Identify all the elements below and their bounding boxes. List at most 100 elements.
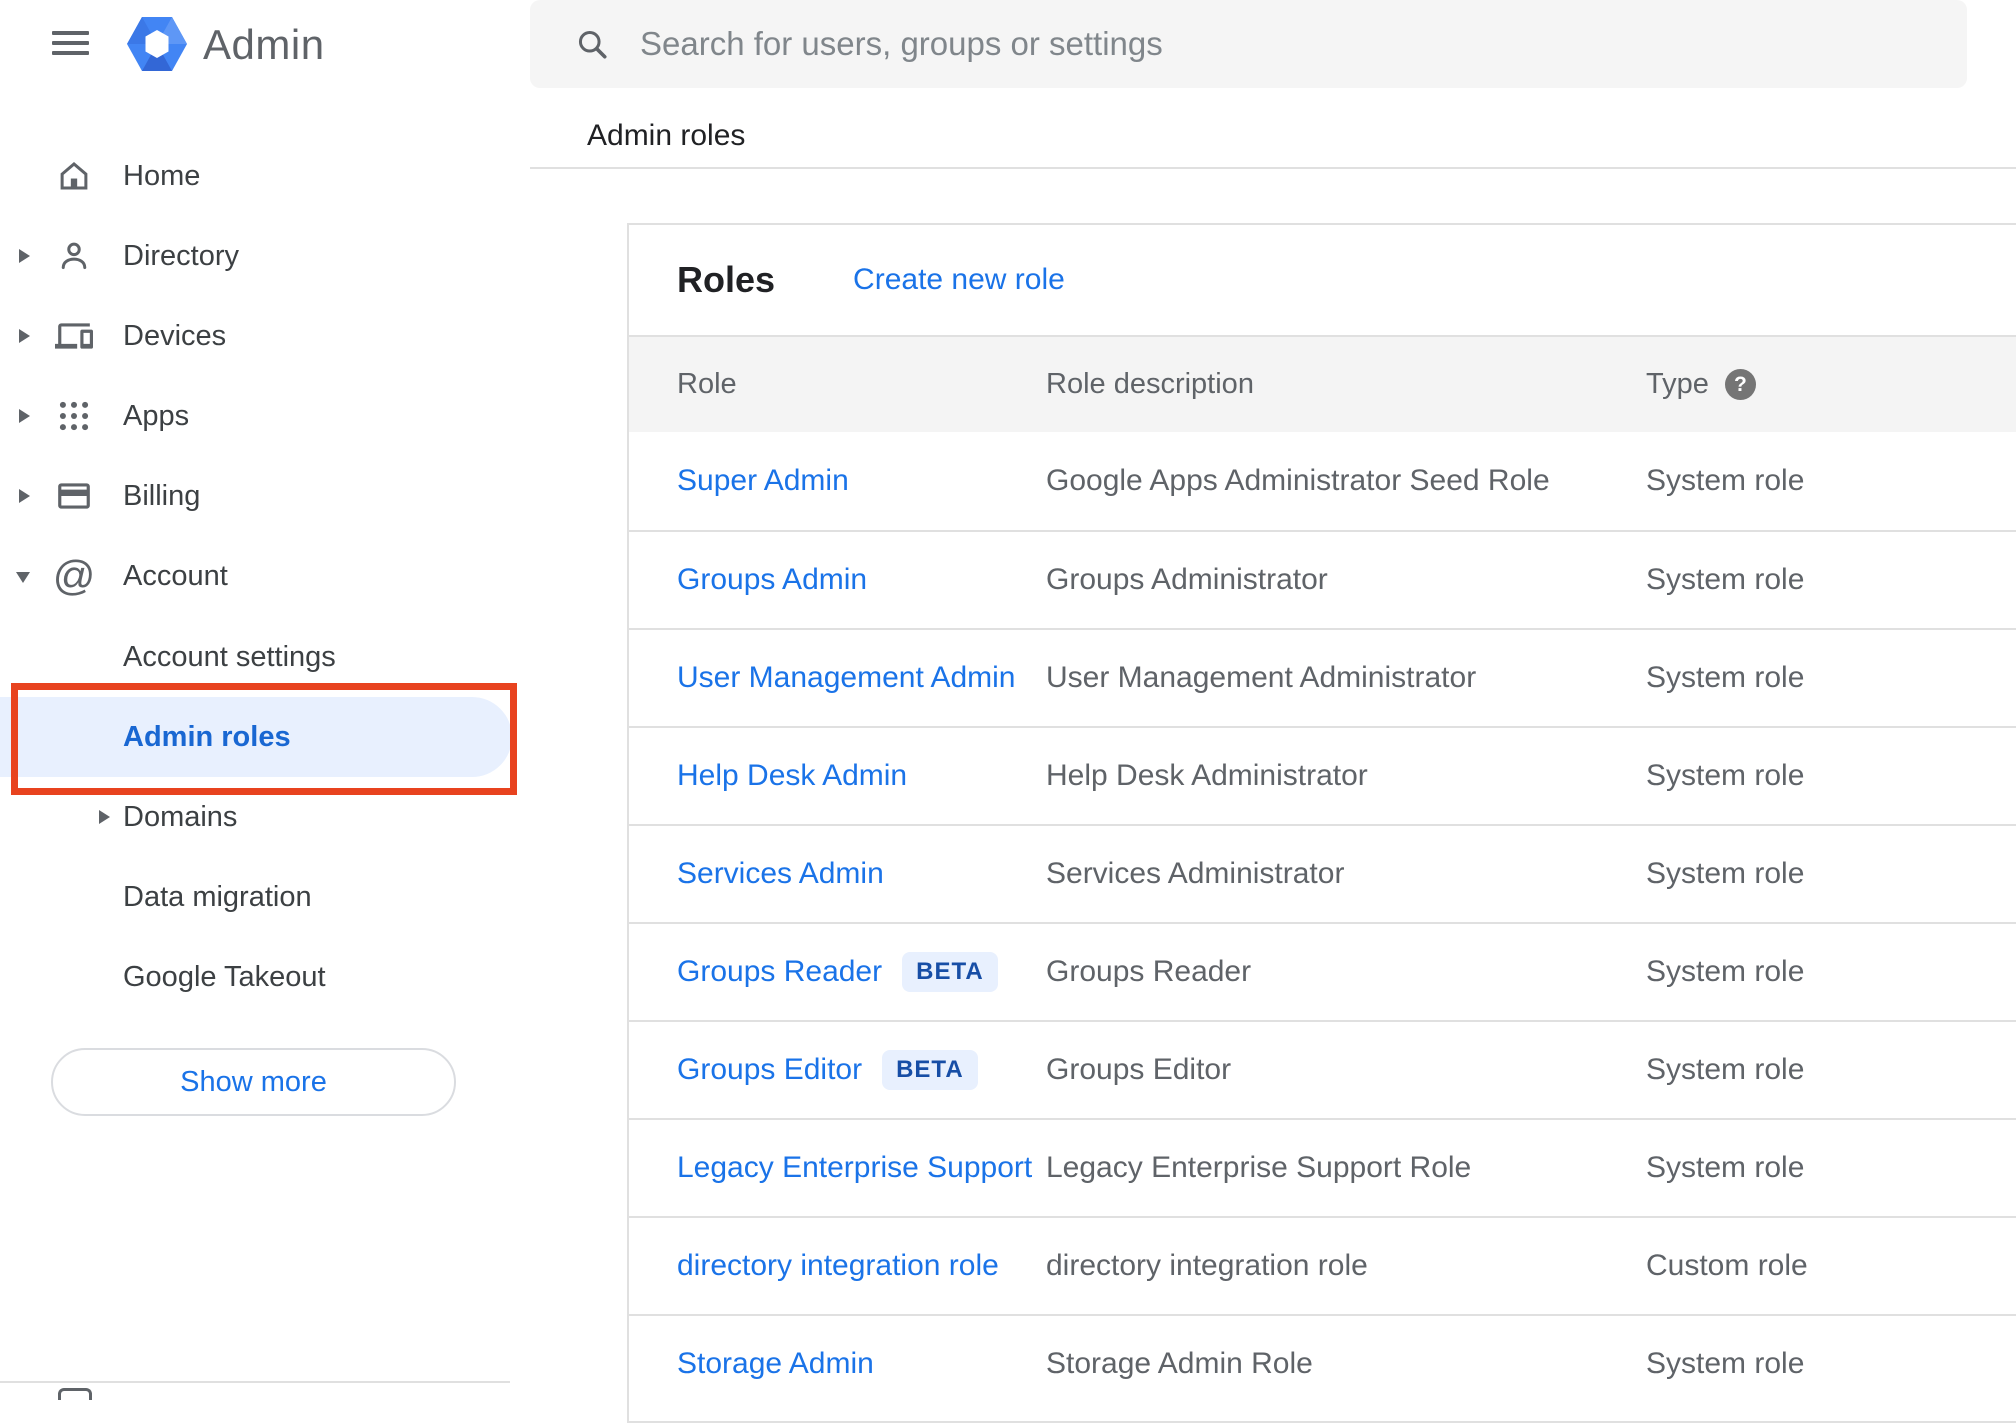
sidebar-item-google-takeout[interactable]: Google Takeout [0, 937, 512, 1017]
hamburger-menu-icon[interactable] [52, 31, 89, 55]
chevron-down-icon[interactable] [16, 572, 30, 583]
sidebar-item-label: Domains [123, 800, 238, 833]
chevron-right-icon[interactable] [19, 489, 30, 503]
role-link[interactable]: Groups Reader [677, 955, 882, 989]
role-description: directory integration role [1046, 1249, 1368, 1282]
home-icon [55, 157, 93, 195]
table-header-row: Role Role description Type ? [629, 335, 2016, 432]
role-cell: Super Admin [677, 464, 1046, 498]
breadcrumb: Admin roles [587, 119, 746, 152]
role-link[interactable]: Legacy Enterprise Support [677, 1151, 1032, 1185]
search-input[interactable] [640, 25, 1937, 63]
role-cell: Storage Admin [677, 1347, 1046, 1381]
sidebar-item-label: Apps [123, 399, 190, 432]
roles-panel: Roles Create new role Role Role descript… [627, 223, 2016, 1423]
apps-grid-icon [55, 397, 93, 435]
sidebar-item-devices[interactable]: Devices [0, 296, 512, 376]
role-link[interactable]: Groups Editor [677, 1053, 862, 1087]
chevron-right-icon[interactable] [19, 249, 30, 263]
table-row: Help Desk Admin Help Desk Administrator … [629, 726, 2016, 824]
chevron-right-icon[interactable] [99, 810, 110, 824]
product-name: Admin [203, 21, 325, 68]
role-link[interactable]: User Management Admin [677, 661, 1016, 695]
roles-panel-header: Roles Create new role [629, 225, 2016, 335]
role-link[interactable]: Super Admin [677, 464, 849, 498]
table-row: Super Admin Google Apps Administrator Se… [629, 432, 2016, 530]
table-row: Groups Admin Groups Administrator System… [629, 530, 2016, 628]
role-type: Custom role [1646, 1249, 1808, 1282]
role-type: System role [1646, 759, 1805, 792]
sidebar-item-label: Admin roles [123, 720, 291, 753]
role-cell: Groups Editor BETA [677, 1050, 1046, 1090]
panel-title: Roles [677, 259, 776, 300]
sidebar-footer-divider [0, 1381, 510, 1383]
sidebar-item-domains[interactable]: Domains [0, 777, 512, 857]
brand-header: Admin [0, 0, 530, 90]
at-sign-icon: @ [52, 552, 96, 599]
role-cell: User Management Admin [677, 661, 1046, 695]
breadcrumb-divider [530, 167, 2016, 169]
role-type: System role [1646, 1053, 1805, 1086]
role-description: Groups Editor [1046, 1053, 1232, 1086]
table-row: User Management Admin User Management Ad… [629, 628, 2016, 726]
search-icon [574, 26, 610, 62]
admin-hexagon-logo [127, 17, 187, 71]
devices-icon [55, 317, 93, 355]
table-row: directory integration role directory int… [629, 1216, 2016, 1314]
beta-badge: BETA [902, 952, 998, 992]
role-type: System role [1646, 857, 1805, 890]
role-link[interactable]: directory integration role [677, 1249, 999, 1283]
sidebar-item-account[interactable]: @ Account [0, 536, 512, 616]
sidebar: Admin Home Directory Devices Apps Billin… [0, 0, 530, 1400]
search-bar[interactable] [530, 0, 1967, 88]
sidebar-item-account-settings[interactable]: Account settings [0, 617, 512, 697]
role-description: Google Apps Administrator Seed Role [1046, 464, 1550, 497]
role-description: User Management Administrator [1046, 661, 1477, 694]
role-description: Legacy Enterprise Support Role [1046, 1151, 1472, 1184]
column-header-role-description: Role description [1046, 368, 1254, 400]
show-more-button[interactable]: Show more [51, 1048, 456, 1116]
sidebar-item-directory[interactable]: Directory [0, 216, 512, 296]
sidebar-item-label: Google Takeout [123, 960, 326, 993]
help-question-icon[interactable]: ? [1724, 369, 1756, 400]
table-row: Services Admin Services Administrator Sy… [629, 824, 2016, 922]
roles-table-body: Super Admin Google Apps Administrator Se… [629, 432, 2016, 1412]
role-description: Groups Administrator [1046, 563, 1328, 596]
role-type: System role [1646, 563, 1805, 596]
role-description: Storage Admin Role [1046, 1347, 1313, 1380]
column-header-role: Role [677, 368, 737, 400]
role-type: System role [1646, 1151, 1805, 1184]
table-row: Legacy Enterprise Support Legacy Enterpr… [629, 1118, 2016, 1216]
beta-badge: BETA [882, 1050, 978, 1090]
role-description: Help Desk Administrator [1046, 759, 1368, 792]
role-type: System role [1646, 955, 1805, 988]
role-link[interactable]: Groups Admin [677, 563, 867, 597]
sidebar-item-label: Directory [123, 239, 240, 272]
clipped-footer-icon [58, 1388, 92, 1400]
sidebar-item-label: Billing [123, 479, 201, 512]
role-cell: Groups Reader BETA [677, 952, 1046, 992]
role-type: System role [1646, 464, 1805, 497]
role-link[interactable]: Services Admin [677, 857, 884, 891]
person-icon [55, 237, 93, 275]
create-new-role-link[interactable]: Create new role [853, 263, 1065, 297]
table-row: Storage Admin Storage Admin Role System … [629, 1314, 2016, 1412]
chevron-right-icon[interactable] [19, 409, 30, 423]
sidebar-item-apps[interactable]: Apps [0, 376, 512, 456]
role-cell: directory integration role [677, 1249, 1046, 1283]
role-description: Services Administrator [1046, 857, 1345, 890]
role-link[interactable]: Storage Admin [677, 1347, 874, 1381]
role-type: System role [1646, 661, 1805, 694]
sidebar-item-billing[interactable]: Billing [0, 456, 512, 536]
role-cell: Help Desk Admin [677, 759, 1046, 793]
role-cell: Services Admin [677, 857, 1046, 891]
sidebar-item-label: Devices [123, 319, 227, 352]
chevron-right-icon[interactable] [19, 329, 30, 343]
role-type: System role [1646, 1347, 1805, 1380]
role-link[interactable]: Help Desk Admin [677, 759, 907, 793]
sidebar-item-admin-roles[interactable]: Admin roles [0, 697, 512, 777]
sidebar-item-data-migration[interactable]: Data migration [0, 857, 512, 937]
sidebar-item-home[interactable]: Home [0, 136, 512, 216]
column-header-type: Type ? [1646, 368, 2016, 401]
sidebar-item-label: Account [123, 559, 228, 592]
